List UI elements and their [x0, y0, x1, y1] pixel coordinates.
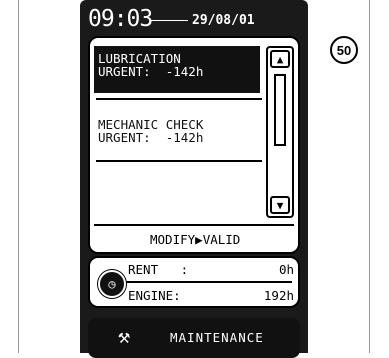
alert-status: URGENT: -142h: [98, 64, 204, 79]
alert-item-mechanic-check[interactable]: MECHANIC CHECK URGENT: -142h: [94, 118, 203, 144]
counter-divider: [126, 281, 292, 283]
valid-label: VALID: [202, 232, 241, 247]
scroll-thumb[interactable]: [274, 74, 286, 146]
up-arrow-icon: ▲: [276, 52, 284, 66]
rent-value: 0h: [278, 262, 294, 277]
modify-label: MODIFY: [150, 232, 196, 247]
rent-label: RENT :: [128, 262, 189, 277]
scrollbar[interactable]: ▲ ▼: [266, 46, 294, 218]
date-display: 29/08/01: [192, 13, 255, 28]
scroll-up-button[interactable]: ▲: [270, 50, 290, 68]
header-rule: [150, 20, 188, 21]
hour-counters: ◷ RENT : 0h ENGINE: 192h: [88, 256, 300, 308]
modify-valid-action[interactable]: MODIFY▶VALID: [150, 232, 240, 247]
alerts-screen: LUBRICATION URGENT: -142h MECHANIC CHECK…: [88, 36, 300, 254]
maintenance-button[interactable]: ⚒ MAINTENANCE: [88, 318, 300, 358]
engine-value: 192h: [263, 288, 294, 303]
figure-number-badge: 50: [330, 36, 358, 64]
hammer-icon: ⚒: [118, 324, 131, 348]
list-divider: [96, 98, 262, 100]
status-header: 09:03 29/08/01: [88, 6, 300, 34]
down-arrow-icon: ▼: [276, 198, 284, 212]
clock-time: 09:03: [88, 6, 153, 32]
alert-item-lubrication[interactable]: LUBRICATION URGENT: -142h: [94, 46, 260, 93]
alert-status: URGENT: -142h: [98, 130, 204, 145]
scroll-down-button[interactable]: ▼: [270, 196, 290, 214]
engine-label: ENGINE:: [128, 288, 181, 303]
gauge-icon: ◷: [98, 270, 126, 298]
list-divider: [96, 160, 262, 162]
footer-divider: [94, 224, 294, 226]
play-arrow-icon: ▶: [195, 232, 203, 247]
maintenance-label: MAINTENANCE: [170, 330, 264, 345]
